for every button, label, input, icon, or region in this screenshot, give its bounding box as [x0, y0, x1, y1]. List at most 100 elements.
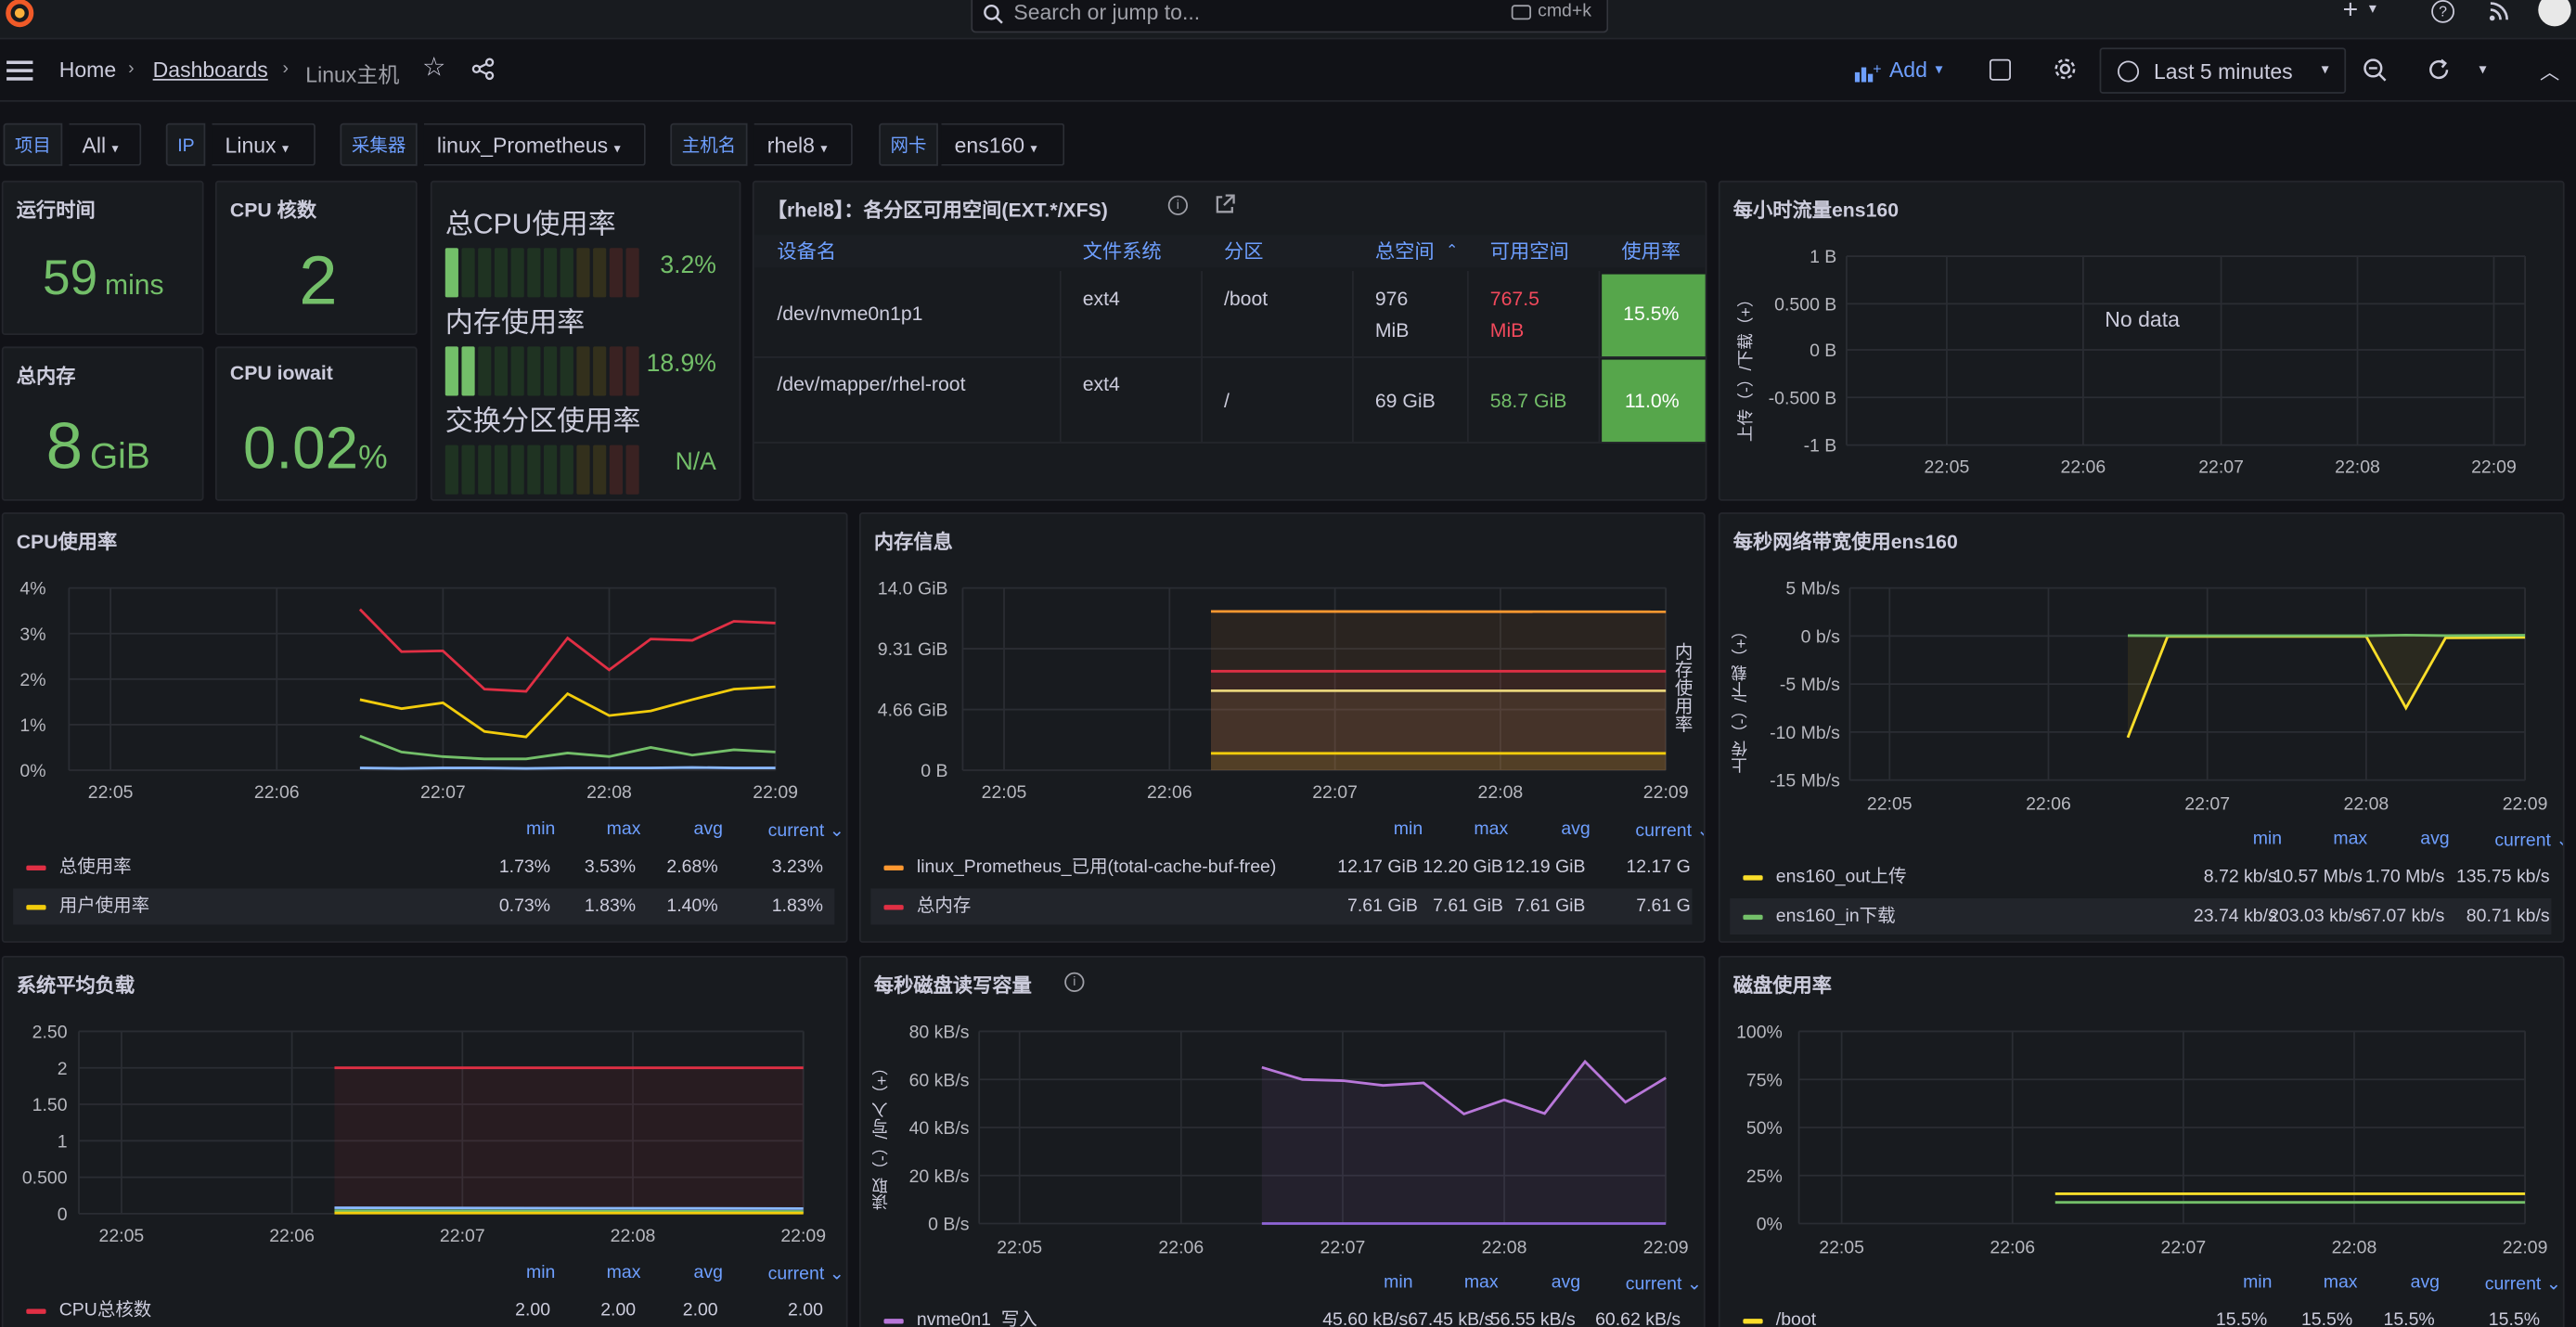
gauge-segment — [461, 248, 475, 298]
shortcut-hint: cmd+k — [1538, 1, 1592, 22]
save-icon[interactable] — [1989, 58, 2011, 81]
column-header[interactable]: 总空间 — [1375, 235, 1435, 267]
info-icon[interactable]: i — [1167, 195, 1188, 215]
disk-io-panel[interactable]: 每秒磁盘读写容量 i 80 kB/s 60 kB/s 40 kB/s 20 kB/s 0… — [858, 956, 1706, 1327]
grafana-logo[interactable] — [4, 0, 36, 30]
gauge-segment — [544, 444, 558, 495]
legend-column-header[interactable]: min — [1384, 1273, 1412, 1293]
series-line — [334, 1206, 804, 1210]
legend-column-header[interactable]: min — [1394, 819, 1423, 839]
legend-column-header[interactable]: avg — [2411, 1273, 2440, 1293]
gauge-segment — [444, 346, 458, 396]
add-panel-icon[interactable]: + — [1854, 60, 1882, 90]
table-cell: 58.7 GiB — [1489, 389, 1567, 413]
legend-column-header[interactable]: max — [2324, 1273, 2358, 1293]
disk-usage-panel[interactable]: 磁盘使用率 100% 75% 50% 25% 0% 22:05 22:06 22:07 22:0… — [1718, 956, 2565, 1327]
legend-column-header[interactable]: min — [526, 819, 555, 839]
y-tick: -0.500 B — [1769, 388, 1837, 408]
chevron-down-icon[interactable]: ▾ — [2369, 1, 2376, 17]
table-cell: MiB — [1374, 318, 1410, 342]
hourly-traffic-panel[interactable]: 每小时流量ens160 1 B 0.500 B 0 B -0.500 B -1 … — [1718, 180, 2565, 501]
hourly-traffic-chart: 1 B 0.500 B 0 B -0.500 B -1 B 22:05 22:0… — [1736, 247, 2526, 478]
chevron-down-icon[interactable]: ▾ — [2479, 60, 2487, 78]
var-value: linux_Prometheus — [436, 133, 609, 158]
cpu-usage-panel[interactable]: CPU使用率 4% 3% 2% 1% 0% 22:05 22:06 22:07 22:08 22:… — [1, 512, 848, 943]
column-header[interactable]: 可用空间 — [1490, 235, 1569, 267]
legend-column-header[interactable]: min — [526, 1263, 555, 1282]
collapse-chevron-icon[interactable]: ︿ — [2540, 58, 2559, 85]
external-link-icon[interactable] — [1214, 194, 1235, 224]
bar-gauge-panel[interactable]: 总CPU使用率 3.2% 内存使用率 18.9% 交换分区使用率 N/A — [430, 180, 741, 501]
legend-column-header[interactable]: current ⌄ — [768, 1263, 844, 1284]
var-select-hostname[interactable]: rhel8 ▾ — [753, 122, 853, 166]
star-icon[interactable]: ☆ — [422, 55, 445, 82]
legend-column-header[interactable]: max — [2333, 830, 2367, 849]
legend-column-header[interactable]: max — [607, 1263, 641, 1282]
legend-series-name: /boot — [1775, 1310, 1817, 1327]
var-select-ip[interactable]: Linux ▾ — [212, 122, 316, 166]
var-value: rhel8 — [766, 133, 815, 158]
legend-row[interactable]: /boot 15.5% 15.5% 15.5% 15.5% — [1730, 1302, 2551, 1327]
stat-total-memory[interactable]: 总内存 8 GiB — [1, 346, 204, 501]
legend-column-header[interactable]: current ⌄ — [768, 819, 844, 841]
system-load-panel[interactable]: 系统平均负载 2.50 2 1.50 1 0.500 0 22:05 22:06 22:07 22… — [1, 956, 848, 1327]
column-header[interactable]: 分区 — [1224, 235, 1264, 267]
partition-table-panel[interactable]: 【rhel8】：各分区可用空间(EXT.*/XFS) i 设备名 文件系统 分区… — [752, 180, 1707, 501]
var-select-nic[interactable]: ens160 ▾ — [941, 122, 1065, 166]
stat-cpu-iowait[interactable]: CPU iowait 0.02% — [214, 346, 418, 501]
var-select-collector[interactable]: linux_Prometheus ▾ — [423, 122, 646, 166]
legend-column-header[interactable]: max — [1464, 1273, 1499, 1293]
breadcrumb-dashboards[interactable]: Dashboards — [153, 58, 268, 83]
legend-row[interactable]: 总使用率 1.73% 3.53% 2.68% 3.23% — [13, 849, 834, 885]
rss-icon[interactable] — [2487, 0, 2510, 32]
stat-uptime[interactable]: 运行时间 59 mins — [1, 180, 204, 336]
gauge-segment — [510, 346, 524, 396]
time-picker[interactable]: Last 5 minutes ▾ — [2099, 47, 2347, 94]
breadcrumb-home[interactable]: Home — [59, 58, 116, 83]
legend-column-header[interactable]: avg — [1552, 1273, 1580, 1293]
legend-column-header[interactable]: max — [607, 819, 641, 839]
legend-row[interactable]: ens160_out上传 8.72 kb/s 10.57 Mb/s 1.70 Mb/s… — [1730, 859, 2551, 895]
gauge-segment — [510, 444, 524, 495]
legend-column-header[interactable]: current ⌄ — [2494, 830, 2562, 851]
column-header[interactable]: 文件系统 — [1083, 235, 1162, 267]
legend-column-header[interactable]: avg — [1561, 819, 1590, 839]
column-header[interactable]: 使用率 — [1621, 235, 1681, 267]
plus-icon[interactable]: + — [2343, 0, 2359, 25]
var-select-project[interactable]: All ▾ — [69, 122, 142, 166]
gear-icon[interactable] — [2054, 58, 2077, 89]
refresh-icon[interactable] — [2427, 58, 2452, 90]
legend-row[interactable]: linux_Prometheus_已用(total-cache-buf-free… — [870, 849, 1692, 885]
zoom-out-icon[interactable] — [2363, 58, 2388, 90]
legend-column-header[interactable]: min — [2243, 1273, 2272, 1293]
legend-column-header[interactable]: current ⌄ — [2485, 1273, 2561, 1294]
column-header[interactable]: 设备名 — [777, 235, 836, 267]
user-avatar[interactable] — [2538, 0, 2571, 27]
legend-row[interactable]: ens160_in下载 23.74 kb/s 203.03 kb/s 67.07 kb… — [1730, 898, 2552, 935]
gauge-segment — [478, 346, 492, 396]
chevron-down-icon[interactable]: ▾ — [1936, 60, 1943, 78]
stat-unit: mins — [105, 269, 164, 301]
help-icon[interactable]: ? — [2431, 0, 2454, 23]
gauge-segment — [494, 444, 509, 495]
legend-column-header[interactable]: avg — [694, 819, 723, 839]
search-bar[interactable]: Search or jump to... cmd+k — [971, 0, 1609, 33]
gauge-segment — [576, 444, 590, 495]
legend-row[interactable]: nvme0n1_写入 45.60 kB/s 67.45 kB/s 56.55 kB/s… — [870, 1302, 1692, 1327]
legend-column-header[interactable]: avg — [2420, 830, 2449, 849]
legend-column-header[interactable]: max — [1474, 819, 1508, 839]
legend-column-header[interactable]: current ⌄ — [1626, 1273, 1702, 1294]
legend-column-header[interactable]: current ⌄ — [1635, 819, 1703, 841]
legend-row[interactable]: CPU总核数 2.00 2.00 2.00 2.00 — [13, 1293, 834, 1327]
legend-column-header[interactable]: avg — [694, 1263, 723, 1282]
menu-icon[interactable] — [6, 60, 33, 81]
stat-cpu-cores[interactable]: CPU 核数 2 — [214, 180, 418, 336]
add-button[interactable]: Add — [1889, 58, 1927, 83]
legend-row[interactable]: 总内存 7.61 GiB 7.61 GiB 7.61 GiB 7.61 G — [870, 888, 1693, 925]
memory-info-panel[interactable]: 内存信息 14.0 GiB 9.31 GiB 4.66 GiB 0 B 22:05 22:… — [858, 512, 1706, 943]
share-icon[interactable] — [471, 58, 495, 89]
legend-row[interactable]: 用户使用率 0.73% 1.83% 1.40% 1.83% — [13, 888, 835, 925]
gauge-segment — [494, 248, 509, 298]
network-bandwidth-panel[interactable]: 每秒网络带宽使用ens160 5 Mb/s 0 b/s -5 Mb/s -10 Mb/… — [1718, 512, 2565, 943]
legend-column-header[interactable]: min — [2253, 830, 2282, 849]
